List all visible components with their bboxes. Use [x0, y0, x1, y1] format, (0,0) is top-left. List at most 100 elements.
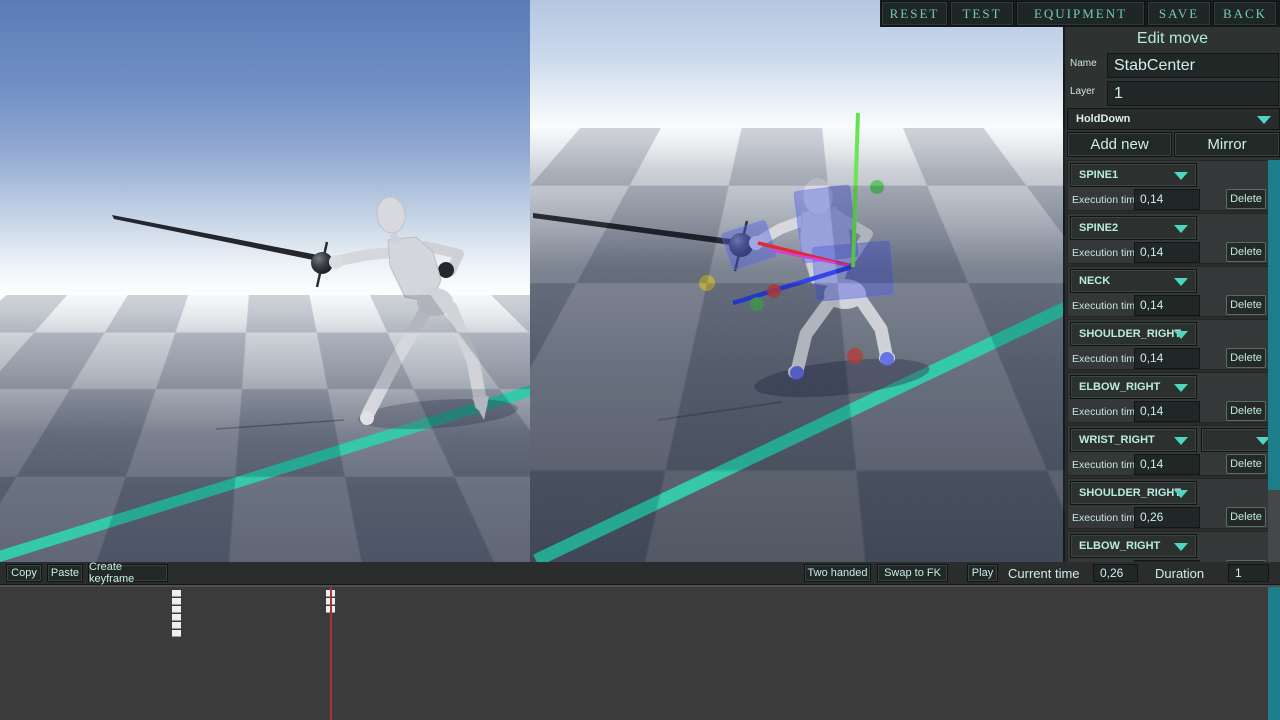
execution-time-label: Execution time: [1072, 353, 1141, 365]
back-leg: [852, 290, 893, 361]
mannequin-left: [112, 196, 518, 430]
chevron-down-icon: [1174, 172, 1188, 180]
keyframe-marker[interactable]: [172, 622, 181, 629]
front-leg: [361, 298, 436, 421]
bone-item: SPINE1 Execution time 0,14 Delete: [1067, 160, 1280, 211]
playhead[interactable]: [330, 587, 332, 720]
layer-input[interactable]: 1: [1107, 81, 1279, 106]
duration-label: Duration: [1155, 566, 1205, 581]
delete-button[interactable]: Delete: [1226, 242, 1266, 262]
two-handed-button[interactable]: Two handed: [804, 564, 871, 582]
execution-time-label: Execution time: [1072, 459, 1141, 471]
back-button[interactable]: BACK: [1213, 1, 1277, 26]
delete-button[interactable]: Delete: [1226, 454, 1266, 474]
back-leg: [444, 301, 488, 411]
move-type-selected: HoldDown: [1076, 113, 1131, 125]
joint-dot-yellow[interactable]: [699, 275, 715, 291]
execution-time-input[interactable]: 0,14: [1134, 295, 1200, 316]
delete-button[interactable]: Delete: [1226, 401, 1266, 421]
chevron-down-icon: [1174, 331, 1188, 339]
keyframe-marker[interactable]: [172, 614, 181, 621]
offhand-pommel: [438, 262, 454, 278]
mirror-button[interactable]: Mirror: [1174, 132, 1280, 157]
keyframe-marker[interactable]: [172, 606, 181, 613]
save-button[interactable]: SAVE: [1147, 1, 1211, 26]
joint-dot-green-upper[interactable]: [870, 180, 884, 194]
bone-dropdown[interactable]: ELBOW_RIGHT: [1070, 534, 1197, 558]
bottom-toolbar: Copy Paste Create keyframe Two handed Sw…: [0, 561, 1280, 585]
equipment-button[interactable]: EQUIPMENT: [1016, 1, 1145, 26]
bone-dropdown[interactable]: SPINE2: [1070, 216, 1197, 240]
bone-item: ELBOW_RIGHT Execution time 0,14 Delete: [1067, 372, 1280, 423]
name-input[interactable]: StabCenter: [1107, 53, 1279, 78]
bone-name: NECK: [1079, 275, 1111, 287]
layer-label: Layer: [1070, 86, 1096, 97]
keyframe-marker[interactable]: [172, 630, 181, 637]
execution-time-input[interactable]: 0,14: [1134, 454, 1200, 475]
create-keyframe-button[interactable]: Create keyframe: [88, 561, 168, 585]
copy-button[interactable]: Copy: [6, 564, 42, 582]
chevron-down-icon: [1174, 225, 1188, 233]
bone-item: ELBOW_RIGHTExecution timeDelete: [1067, 531, 1280, 562]
timeline[interactable]: [0, 585, 1280, 720]
hand: [329, 255, 343, 269]
execution-time-input[interactable]: 0,26: [1134, 507, 1200, 528]
duration-input[interactable]: 1: [1228, 564, 1269, 582]
bone-name: SHOULDER_RIGHT: [1079, 487, 1182, 499]
execution-time-input[interactable]: 0,14: [1134, 189, 1200, 210]
bone-name: ELBOW_RIGHT: [1079, 540, 1161, 552]
bone-name: WRIST_RIGHT: [1079, 434, 1155, 446]
keyframe-marker[interactable]: [172, 590, 181, 597]
joint-dot-green-lower[interactable]: [750, 297, 764, 311]
viewport-left[interactable]: [0, 0, 530, 562]
chevron-down-icon: [1174, 543, 1188, 551]
move-type-dropdown[interactable]: HoldDown: [1067, 108, 1280, 130]
bone-item: SPINE2 Execution time 0,14 Delete: [1067, 213, 1280, 264]
bone-name: SPINE2: [1079, 222, 1119, 234]
sword-shadow: [657, 401, 783, 421]
bone-list-scrollbar-thumb[interactable]: [1268, 160, 1280, 490]
play-button[interactable]: Play: [967, 564, 998, 582]
bone-dropdown[interactable]: NECK: [1070, 269, 1197, 293]
execution-time-input[interactable]: 0,14: [1134, 242, 1200, 263]
bone-name: SPINE1: [1079, 169, 1119, 181]
joint-sphere-front-foot[interactable]: [790, 366, 804, 380]
joint-sphere-back-foot[interactable]: [880, 352, 894, 366]
front-leg: [791, 290, 840, 374]
delete-button[interactable]: Delete: [1226, 295, 1266, 315]
execution-time-input[interactable]: 0,14: [1134, 401, 1200, 422]
reset-button[interactable]: RESET: [881, 1, 948, 26]
bone-dropdown[interactable]: WRIST_RIGHT: [1070, 428, 1197, 452]
keyframe-marker[interactable]: [172, 598, 181, 605]
bone-dropdown[interactable]: SPINE1: [1070, 163, 1197, 187]
bone-item: SHOULDER_RIGHT Execution time 0,26 Delete: [1067, 478, 1280, 529]
joint-dot-red[interactable]: [767, 284, 781, 298]
current-time-input[interactable]: 0,26: [1093, 564, 1138, 582]
figure-shadow: [754, 358, 930, 398]
neck: [389, 232, 401, 245]
panel-title: Edit move: [1136, 30, 1209, 47]
test-button[interactable]: TEST: [950, 1, 1014, 26]
viewport-right[interactable]: [530, 0, 1065, 562]
swap-to-fk-button[interactable]: Swap to FK: [877, 564, 948, 582]
execution-time-label: Execution time: [1072, 512, 1141, 524]
add-new-button[interactable]: Add new: [1067, 132, 1172, 157]
timeline-scrollbar-thumb[interactable]: [1268, 587, 1280, 720]
bone-dropdown[interactable]: ELBOW_RIGHT: [1070, 375, 1197, 399]
execution-time-input[interactable]: 0,14: [1134, 348, 1200, 369]
delete-button[interactable]: Delete: [1226, 348, 1266, 368]
chevron-down-icon: [1174, 384, 1188, 392]
bone-list-scrollbar-track[interactable]: [1268, 160, 1280, 562]
sword-blade: [533, 213, 746, 247]
execution-time-label: Execution time: [1072, 406, 1141, 418]
delete-button[interactable]: Delete: [1226, 189, 1266, 209]
joint-dot-red-ground[interactable]: [847, 348, 863, 364]
hips: [417, 288, 453, 316]
delete-button[interactable]: Delete: [1226, 507, 1266, 527]
bone-name: ELBOW_RIGHT: [1079, 381, 1161, 393]
bone-dropdown[interactable]: SHOULDER_RIGHT: [1070, 481, 1197, 505]
bone-dropdown[interactable]: SHOULDER_RIGHT: [1070, 322, 1197, 346]
top-button-bar: RESET TEST EQUIPMENT SAVE BACK: [880, 0, 1280, 27]
paste-button[interactable]: Paste: [47, 564, 83, 582]
sword-shadow: [215, 419, 345, 430]
